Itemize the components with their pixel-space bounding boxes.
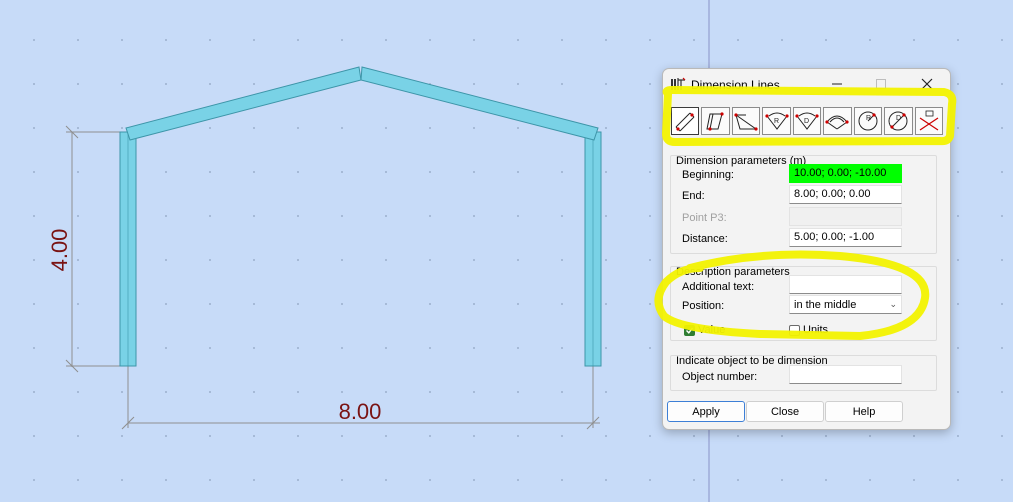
apply-button[interactable]: Apply [667,401,745,422]
vertical-dimension-text: 4.00 [47,229,72,272]
tool-radius-dimension[interactable]: R [762,107,791,135]
arc-length-dimension-icon [825,115,850,130]
dimension-app-icon [671,77,686,90]
help-button[interactable]: Help [825,401,903,422]
point-p3-label: Point P3: [682,212,727,224]
left-column[interactable] [119,131,137,367]
additional-text-label: Additional text: [682,281,755,293]
point-p3-field [789,207,902,226]
distance-label: Distance: [682,233,728,245]
object-number-label: Object number: [682,371,758,383]
horizontal-dimension-text: 8.00 [339,399,382,424]
units-checkbox[interactable]: Units [789,324,828,336]
tool-circle-radius-dimension[interactable]: R [853,107,883,135]
object-number-field[interactable] [789,365,902,384]
minimize-button[interactable] [815,71,859,97]
position-select[interactable]: in the middle ⌄ [789,295,902,314]
tool-radius-dimension-2[interactable]: D [792,107,822,135]
position-select-value: in the middle [794,298,857,311]
right-column[interactable] [584,131,602,367]
beginning-label: Beginning: [682,169,734,181]
tool-perpendicular-dimension[interactable] [701,107,730,135]
value-checkbox-label: Value [698,324,726,336]
circle-diameter-dimension-icon: D [888,111,908,131]
tool-delete-dimension[interactable] [914,107,943,135]
angular-dimension-icon [734,113,758,131]
close-button[interactable]: Close [746,401,824,422]
radius-dimension-icon: R [764,112,789,130]
right-rafter[interactable] [360,66,599,141]
circle-radius-dimension-icon: R [858,111,878,131]
maximize-button [859,71,903,97]
additional-text-field[interactable] [789,275,902,294]
units-checkbox-box[interactable] [789,324,800,336]
end-field[interactable]: 8.00; 0.00; 0.00 [789,185,902,204]
dimension-lines-dialog: Dimension Lines R D R D Dimension parame… [662,68,951,430]
beginning-field[interactable]: 10.00; 0.00; -10.00 [789,164,902,183]
perpendicular-dimension-icon [706,112,724,131]
position-label: Position: [682,300,725,312]
value-checkbox[interactable]: Value [684,324,725,336]
value-checkbox-box[interactable] [684,324,695,336]
delete-dimension-icon [919,110,939,131]
linear-dimension-icon [675,112,695,132]
description-parameters-title: Description parameters [676,266,790,278]
units-checkbox-label: Units [803,324,829,336]
end-label: End: [682,190,705,202]
left-rafter[interactable] [125,66,362,141]
tool-angular-dimension[interactable] [731,107,761,135]
svg-text:R: R [866,115,871,122]
vertical-dimension[interactable] [65,125,127,373]
tool-circle-diameter-dimension[interactable]: D [884,107,913,135]
title-bar[interactable]: Dimension Lines [663,69,950,99]
tool-linear-dimension[interactable] [671,107,700,135]
dimension-parameters-title: Dimension parameters (m) [676,155,807,167]
dialog-title: Dimension Lines [691,78,780,92]
dimension-type-toolbar: R D R D [669,105,945,137]
tool-arc-length-dimension[interactable] [823,107,852,135]
close-icon [921,78,933,90]
chevron-down-icon: ⌄ [889,299,897,309]
svg-text:D: D [804,118,809,125]
checkmark-icon [686,327,694,334]
maximize-icon [876,79,886,89]
radius-dimension-2-icon: D [795,112,819,130]
close-window-button[interactable] [905,71,949,97]
svg-text:R: R [774,118,779,125]
svg-text:D: D [896,115,901,122]
distance-field[interactable]: 5.00; 0.00; -1.00 [789,228,902,247]
minimize-icon [832,83,842,85]
